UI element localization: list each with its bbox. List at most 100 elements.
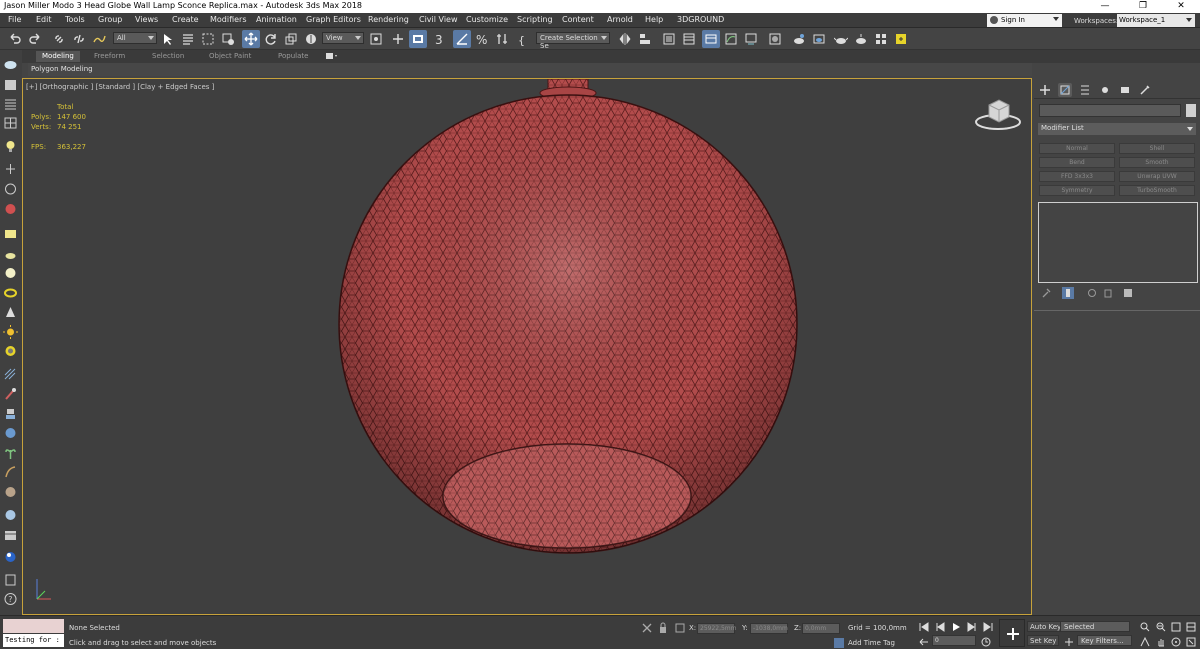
restore-button[interactable]: ❐ xyxy=(1124,0,1162,13)
select-move-button[interactable] xyxy=(242,30,260,48)
sign-in-button[interactable]: Sign In xyxy=(987,14,1062,27)
menu-arnold[interactable]: Arnold xyxy=(607,15,633,24)
render-production-button[interactable] xyxy=(832,30,850,48)
modifier-stack[interactable] xyxy=(1038,202,1198,283)
menu-graph-editors[interactable]: Graph Editors xyxy=(306,15,361,24)
edit-named-selection-button[interactable]: { xyxy=(515,30,533,48)
create-tab-icon[interactable] xyxy=(1038,83,1052,97)
tab-object-paint[interactable]: Object Paint xyxy=(203,51,257,62)
modifier-unwrap-uvw-button[interactable]: Unwrap UVW xyxy=(1119,171,1195,182)
hierarchy-icon[interactable] xyxy=(3,162,18,176)
y-coord-field[interactable]: -1038,0mm xyxy=(750,623,788,634)
key-selection-dropdown[interactable]: Selected xyxy=(1060,621,1130,632)
zoom-icon[interactable] xyxy=(1139,621,1151,633)
modifier-list-dropdown[interactable]: Modifier List xyxy=(1038,123,1196,135)
remove-modifier-icon[interactable] xyxy=(1102,287,1114,299)
time-tag-icon[interactable] xyxy=(833,637,845,649)
percent-snap-toggle[interactable]: % xyxy=(473,30,491,48)
menu-modifiers[interactable]: Modifiers xyxy=(210,15,247,24)
ribbon-options-button[interactable] xyxy=(326,53,338,60)
snaps-toggle[interactable]: 3 xyxy=(431,30,449,48)
bind-space-warp-button[interactable] xyxy=(90,30,108,48)
modifier-smooth-button[interactable]: Smooth xyxy=(1119,157,1195,168)
configure-modifier-sets-icon[interactable] xyxy=(1122,287,1134,299)
help-icon[interactable]: ? xyxy=(3,592,18,606)
play-icon[interactable] xyxy=(950,621,962,633)
make-unique-icon[interactable] xyxy=(1086,287,1098,299)
go-to-end-icon[interactable] xyxy=(982,621,994,633)
viewcube[interactable] xyxy=(975,99,1021,130)
package-icon[interactable] xyxy=(3,528,18,542)
maximize-viewport-icon[interactable] xyxy=(1185,636,1197,648)
display-tab-icon[interactable] xyxy=(1118,83,1132,97)
pattern-icon[interactable] xyxy=(3,367,18,381)
zoom-extents-all-icon[interactable] xyxy=(1185,621,1197,633)
layers-stack-icon[interactable] xyxy=(3,573,18,587)
absolute-mode-icon[interactable] xyxy=(674,622,686,634)
z-coord-field[interactable]: 0,0mm xyxy=(802,623,840,634)
sphere-icon[interactable] xyxy=(3,266,18,280)
modifier-normal-button[interactable]: Normal xyxy=(1039,143,1115,154)
set-key-button[interactable]: Set Key xyxy=(1027,635,1060,646)
menu-edit[interactable]: Edit xyxy=(36,15,52,24)
minimize-button[interactable]: — xyxy=(1086,0,1124,13)
menu-file[interactable]: File xyxy=(8,15,21,24)
zoom-all-icon[interactable] xyxy=(1155,621,1167,633)
pivot-center-button[interactable] xyxy=(367,30,385,48)
motion-icon[interactable] xyxy=(3,182,18,196)
select-manipulate-button[interactable] xyxy=(389,30,407,48)
selection-lock-icon[interactable] xyxy=(657,622,669,634)
material-sphere-icon[interactable] xyxy=(3,508,18,522)
hair-icon[interactable] xyxy=(3,465,18,479)
menu-civil-view[interactable]: Civil View xyxy=(419,15,458,24)
motion-tab-icon[interactable] xyxy=(1098,83,1112,97)
3dground-button[interactable] xyxy=(892,30,910,48)
list-view-icon[interactable] xyxy=(3,97,18,111)
tab-modeling[interactable]: Modeling xyxy=(36,51,80,62)
link-button[interactable] xyxy=(50,30,68,48)
modifier-symmetry-button[interactable]: Symmetry xyxy=(1039,185,1115,196)
pan-hand-icon[interactable] xyxy=(1155,636,1167,648)
previous-frame-icon[interactable] xyxy=(934,621,946,633)
key-filters-button[interactable]: Key Filters... xyxy=(1077,635,1132,646)
go-to-start-icon[interactable] xyxy=(918,621,930,633)
ribbon-toggle[interactable] xyxy=(702,30,720,48)
rect-selection-button[interactable] xyxy=(199,30,217,48)
menu-rendering[interactable]: Rendering xyxy=(368,15,409,24)
maxscript-listener[interactable] xyxy=(3,619,64,633)
render-setup-button[interactable] xyxy=(790,30,808,48)
polygon-modeling-label[interactable]: Polygon Modeling xyxy=(31,65,93,73)
tab-populate[interactable]: Populate xyxy=(272,51,314,62)
modify-tab-icon[interactable] xyxy=(1058,83,1072,97)
menu-content[interactable]: Content xyxy=(562,15,594,24)
brush-icon[interactable] xyxy=(3,387,18,401)
schematic-view-button[interactable] xyxy=(742,30,760,48)
keyboard-shortcut-toggle[interactable] xyxy=(409,30,427,48)
auto-key-button[interactable]: Auto Key xyxy=(1027,621,1065,632)
modifier-turbosmooth-button[interactable]: TurboSmooth xyxy=(1119,185,1195,196)
layer-explorer-button[interactable] xyxy=(680,30,698,48)
box-icon[interactable] xyxy=(3,227,18,241)
menu-animation[interactable]: Animation xyxy=(256,15,297,24)
cylinder-icon[interactable] xyxy=(3,247,18,261)
menu-help[interactable]: Help xyxy=(645,15,663,24)
field-of-view-icon[interactable] xyxy=(1139,636,1151,648)
create-panel-icon[interactable] xyxy=(3,78,18,92)
isolate-selection-icon[interactable] xyxy=(641,622,653,634)
select-object-button[interactable] xyxy=(159,30,177,48)
menu-3dground[interactable]: 3DGROUND xyxy=(677,15,724,24)
angle-snap-toggle[interactable] xyxy=(453,30,471,48)
unlink-button[interactable] xyxy=(70,30,88,48)
object-color-swatch[interactable] xyxy=(1186,104,1196,117)
activeshade-button[interactable] xyxy=(872,30,890,48)
modifier-shell-button[interactable]: Shell xyxy=(1119,143,1195,154)
show-end-result-icon[interactable] xyxy=(1062,287,1074,299)
redo-button[interactable] xyxy=(26,30,44,48)
pin-stack-icon[interactable] xyxy=(1040,287,1052,299)
menu-tools[interactable]: Tools xyxy=(65,15,85,24)
display-icon[interactable] xyxy=(3,202,18,216)
geosphere-icon[interactable] xyxy=(3,344,18,358)
selection-filter-dropdown[interactable]: All xyxy=(113,32,157,44)
undo-button[interactable] xyxy=(6,30,24,48)
grid-view-icon[interactable] xyxy=(3,116,18,130)
